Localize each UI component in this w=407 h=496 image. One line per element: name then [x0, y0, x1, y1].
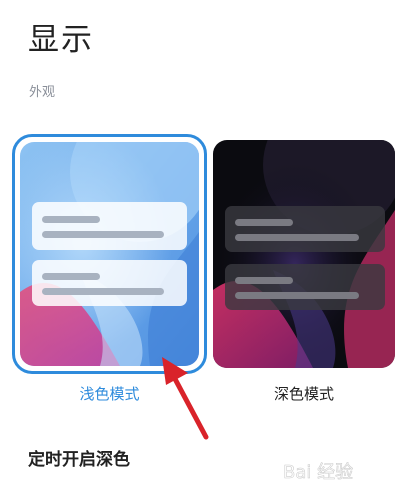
light-mode-preview: [20, 142, 199, 366]
notification-placeholder: [225, 206, 385, 252]
light-wallpaper-image: [20, 142, 199, 366]
appearance-section-label: 外观: [29, 85, 56, 100]
light-mode-card[interactable]: [12, 134, 207, 374]
dark-mode-card[interactable]: [213, 134, 395, 374]
light-mode-label[interactable]: 浅色模式: [12, 384, 207, 404]
dark-mode-label[interactable]: 深色模式: [213, 384, 395, 404]
notification-placeholder: [32, 260, 187, 306]
dark-wallpaper-image: [213, 140, 395, 368]
dark-mode-preview: [213, 140, 395, 368]
display-settings-screen: 显示 外观 浅色模式 深色模式 定时开启深色 Bai 经验: [0, 0, 407, 496]
scheduled-dark-mode-item[interactable]: 定时开启深色: [28, 448, 130, 472]
page-title: 显示: [28, 22, 94, 58]
notification-placeholder: [32, 202, 187, 250]
svg-text:Bai 经验: Bai 经验: [283, 462, 353, 483]
baidu-watermark-logo: Bai 经验: [283, 462, 354, 484]
notification-placeholder: [225, 264, 385, 310]
